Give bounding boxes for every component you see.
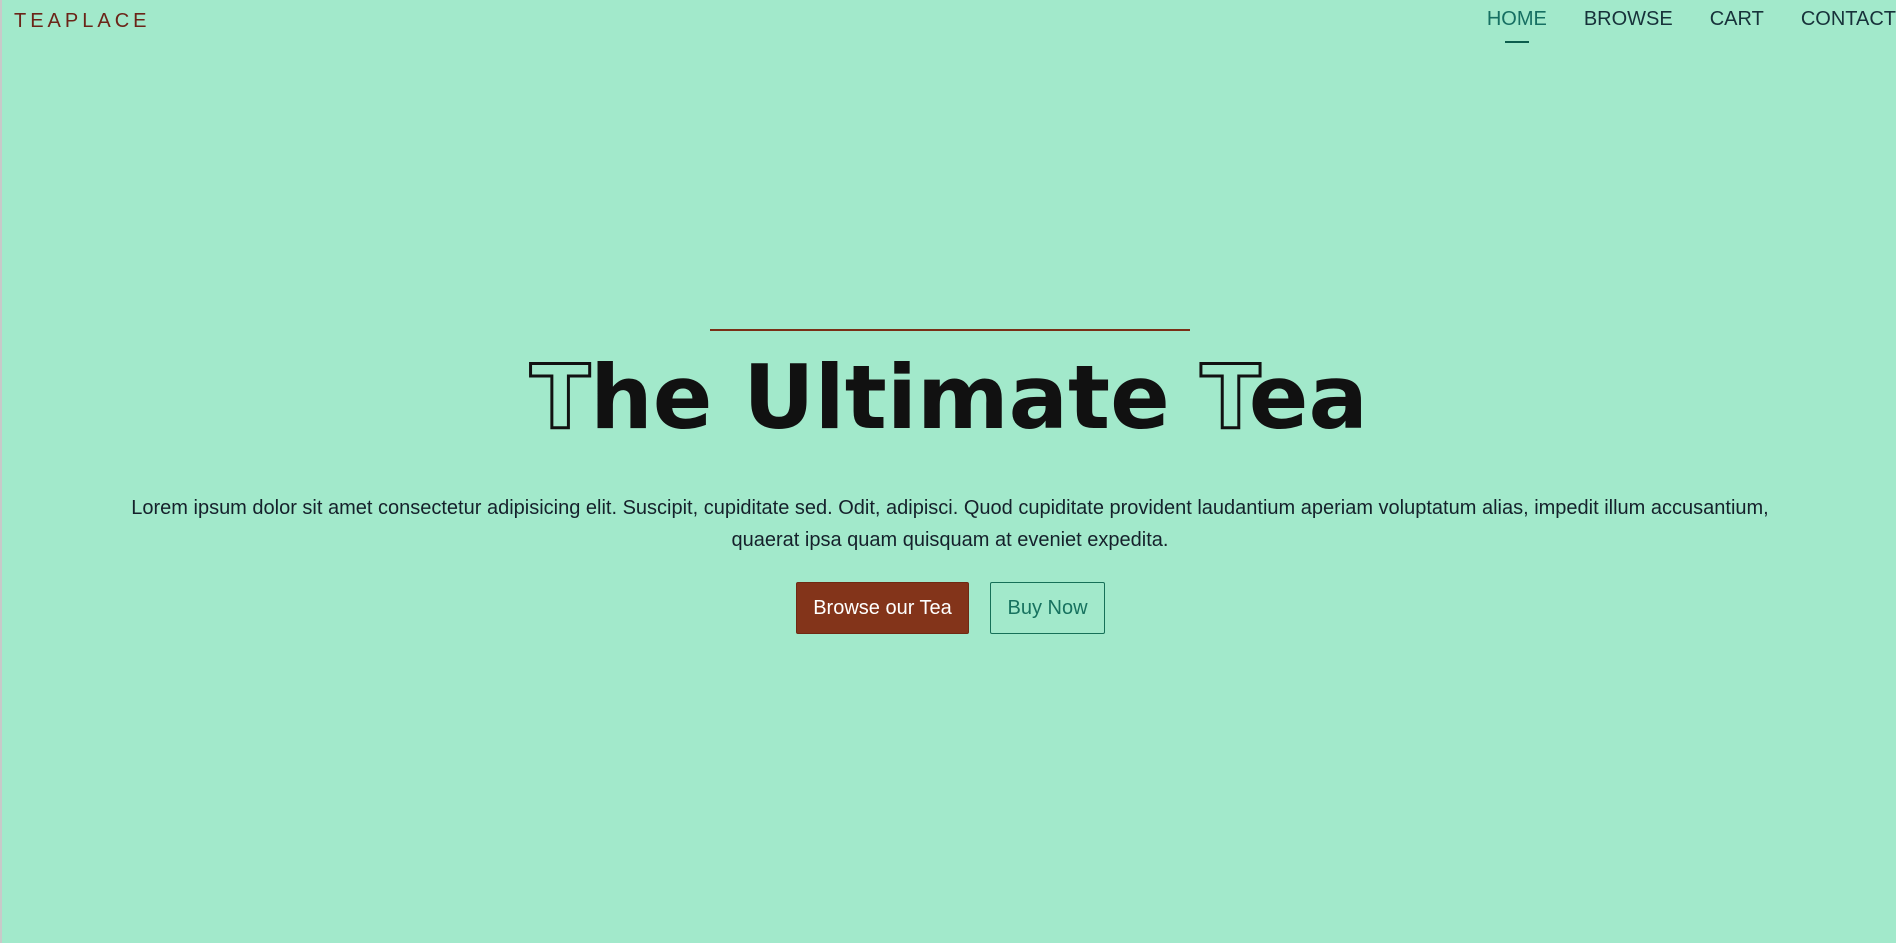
title-part-4: ea (1248, 346, 1368, 449)
title-letter-t-outline: T (529, 346, 592, 449)
buy-now-button[interactable]: Buy Now (990, 582, 1105, 634)
title-letter-t-outline-2: T (1199, 346, 1250, 449)
hero-title: The Ultimate Tea (2, 348, 1896, 447)
hero-section: The Ultimate Tea Lorem ipsum dolor sit a… (2, 0, 1896, 943)
browse-tea-button[interactable]: Browse our Tea (796, 582, 969, 634)
hero-button-group: Browse our Tea Buy Now (796, 582, 1105, 634)
hero-divider (710, 329, 1190, 331)
title-part-2: he Ultimate (590, 346, 1201, 449)
hero-description: Lorem ipsum dolor sit amet consectetur a… (131, 497, 1769, 551)
